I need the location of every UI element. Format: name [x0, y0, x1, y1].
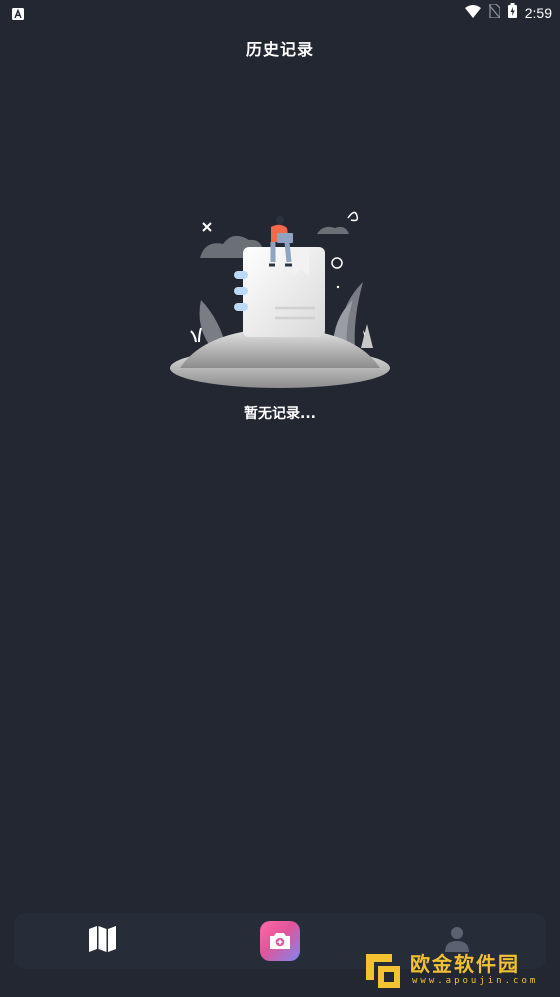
battery-charging-icon	[507, 3, 517, 22]
nav-map-button[interactable]	[84, 913, 120, 969]
wifi-icon	[464, 3, 481, 22]
no-sim-icon	[488, 3, 501, 22]
watermark-name: 欧金软件园	[410, 952, 520, 976]
status-time: 2:59	[524, 4, 552, 21]
empty-state-message: 暂无记录...	[244, 406, 316, 422]
status-bar: 2:59	[0, 0, 560, 24]
page-title: 历史记录	[245, 40, 314, 59]
keyboard-a-icon	[12, 5, 24, 24]
watermark: 欧金软件园 www.apoujin.com	[360, 944, 556, 996]
watermark-logo-icon	[362, 950, 404, 996]
map-icon	[88, 926, 116, 956]
empty-notebook-illustration	[165, 200, 395, 395]
camera-icon	[260, 921, 300, 961]
nav-camera-button[interactable]	[259, 913, 301, 969]
watermark-url: www.apoujin.com	[412, 976, 539, 986]
